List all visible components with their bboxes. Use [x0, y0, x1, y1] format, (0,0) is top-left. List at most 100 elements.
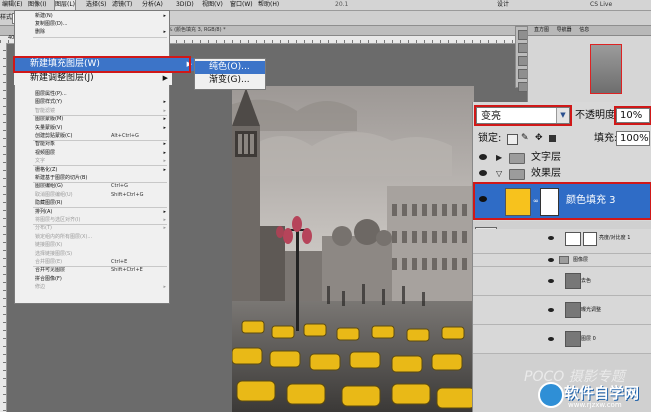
- menu-3d[interactable]: 3D(D): [176, 0, 194, 10]
- visibility-eye-icon[interactable]: [479, 170, 487, 176]
- submenu-arrow-icon: ▸: [163, 124, 166, 131]
- menu-item-shortcut: Shift+Ctrl+G: [111, 191, 144, 198]
- workspace-design[interactable]: 设计: [497, 0, 509, 10]
- menu-item[interactable]: 视频图层 ▸: [15, 150, 169, 157]
- blend-highlight-box: [474, 105, 572, 126]
- menu-item[interactable]: 创建剪贴蒙版(C) Alt+Ctrl+G: [15, 133, 169, 140]
- vertical-ruler: [0, 43, 7, 412]
- layer-group-text[interactable]: ▶ 文字层: [473, 150, 651, 167]
- visibility-eye-icon[interactable]: [548, 258, 554, 262]
- menu-item-label: 锁定组内的所有图层(X)...: [35, 233, 93, 240]
- menu-item[interactable]: 排列(A) ▸: [15, 209, 169, 216]
- layer-highlight-box: [473, 182, 651, 220]
- canvas-photo[interactable]: [232, 86, 474, 412]
- submenu-arrow-icon: ▸: [163, 149, 166, 156]
- menu-item-shortcut: Alt+Ctrl+G: [111, 133, 139, 139]
- submenu-item-gradient[interactable]: 渐变(G)...: [195, 74, 265, 87]
- submenu-arrow-icon: ▸: [163, 107, 166, 114]
- menu-item-shortcut: Shift+Ctrl+E: [111, 267, 143, 274]
- menu-item-label: 图层属性(P)...: [35, 91, 67, 97]
- menu-item[interactable]: 新建(N) ▸: [15, 13, 169, 20]
- menu-item[interactable]: 图层样式(Y) ▸: [15, 99, 169, 106]
- expand-triangle-icon[interactable]: ▶: [496, 153, 502, 162]
- fill-field[interactable]: 100%: [616, 131, 650, 146]
- visibility-eye-icon[interactable]: [548, 279, 554, 283]
- lock-transparent-icon[interactable]: [507, 134, 518, 145]
- visibility-eye-icon[interactable]: [548, 308, 554, 312]
- menu-item-label: 智能对象: [35, 141, 56, 148]
- menu-item-new-adjustment-layer[interactable]: 新建调整图层(J) ▶: [14, 72, 172, 85]
- menu-item[interactable]: 智能对象 ▸: [15, 141, 169, 148]
- submenu-arrow-icon: ▶: [162, 74, 168, 82]
- submenu-arrow-icon: ▸: [163, 13, 166, 19]
- submenu-arrow-icon: ▸: [163, 208, 166, 215]
- menu-image[interactable]: 图像(I): [28, 0, 46, 10]
- menu-item[interactable]: 复制图层(D)...: [15, 21, 169, 28]
- zoom-readout[interactable]: 20.1: [335, 0, 348, 10]
- layer-0[interactable]: 图层 0: [473, 325, 651, 354]
- menu-item[interactable]: 合并可见图层 Shift+Ctrl+E: [15, 267, 169, 274]
- menu-item: 将图层与选区对齐(I) ▸: [15, 217, 169, 224]
- menu-item[interactable]: 栅格化(Z) ▸: [15, 167, 169, 174]
- menu-separator: [33, 207, 167, 208]
- layer-name: 图像层: [573, 257, 589, 263]
- navigator-panel: 直方图 导航器 信息: [527, 26, 651, 102]
- menu-item-label: 修边: [35, 284, 46, 291]
- layer-group-image[interactable]: 图像层: [473, 254, 651, 267]
- tab-histogram[interactable]: 直方图: [534, 27, 549, 33]
- visibility-eye-icon[interactable]: [548, 236, 554, 240]
- menu-filter[interactable]: 滤镜(T): [112, 0, 132, 10]
- visibility-eye-icon[interactable]: [479, 154, 487, 160]
- menu-item: 修边 ▸: [15, 284, 169, 291]
- tab-navigator[interactable]: 导航器: [557, 27, 572, 33]
- menu-item: 智能滤镜 ▸: [15, 108, 169, 115]
- menu-item[interactable]: 新建基于图层的切片(B): [15, 175, 169, 182]
- lock-move-icon[interactable]: ✥: [535, 133, 543, 143]
- menu-separator: [33, 37, 167, 38]
- tab-info[interactable]: 信息: [579, 27, 589, 33]
- lock-label: 锁定:: [478, 133, 502, 144]
- menu-item[interactable]: 删除 ▸: [15, 29, 169, 36]
- menu-item: 取消图层编组(U) Shift+Ctrl+G: [15, 192, 169, 199]
- menu-help[interactable]: 帮助(H): [258, 0, 279, 10]
- layer-brightness-contrast[interactable]: 亮度/对比度 1: [473, 229, 651, 254]
- site-logo-icon: [538, 382, 564, 408]
- menu-item: 合并图层(E) Ctrl+E: [15, 259, 169, 266]
- menu-item-label: 新建基于图层的切片(B): [35, 175, 88, 181]
- layer-group-effects[interactable]: ▽ 效果层: [473, 166, 651, 183]
- menu-item[interactable]: 图层蒙版(M) ▸: [15, 116, 169, 123]
- visibility-eye-icon[interactable]: [548, 337, 554, 341]
- collapse-triangle-icon[interactable]: ▽: [496, 169, 502, 178]
- cs-live-button[interactable]: CS Live: [590, 0, 612, 10]
- menu-item-shortcut: Ctrl+G: [111, 183, 128, 190]
- menu-item-label: 视频图层: [35, 149, 56, 156]
- menu-separator: [33, 224, 167, 225]
- layer-exposure[interactable]: 曝光调整: [473, 296, 651, 325]
- opacity-highlight-box: [614, 106, 651, 125]
- lock-all-icon[interactable]: [549, 135, 556, 142]
- menu-item-label: 复制图层(D)...: [35, 21, 68, 27]
- menu-item[interactable]: 拼合图像(F): [15, 276, 169, 283]
- submenu-arrow-icon: ▸: [163, 166, 166, 173]
- layer-desaturate[interactable]: 去色: [473, 267, 651, 296]
- menu-view[interactable]: 视图(V): [202, 0, 223, 10]
- watermark: POCO 摄影专题 软件自学网 www.rjzxw.com: [468, 369, 651, 412]
- menu-item: 锁定组内的所有图层(X)...: [15, 234, 169, 241]
- layer-name: 图层 0: [581, 336, 596, 342]
- layer-thumbnail: [565, 331, 581, 347]
- menu-item[interactable]: 图层属性(P)...: [15, 91, 169, 98]
- menu-separator: [33, 115, 167, 116]
- lock-paint-icon[interactable]: ✎: [521, 133, 529, 143]
- menu-item[interactable]: 矢量蒙版(V) ▸: [15, 125, 169, 132]
- menu-item[interactable]: 图层编组(G) Ctrl+G: [15, 183, 169, 190]
- menu-item-label: 删除: [35, 29, 46, 35]
- navigator-thumbnail[interactable]: [590, 44, 622, 94]
- menu-select[interactable]: 选择(S): [86, 0, 107, 10]
- menu-analysis[interactable]: 分析(A): [142, 0, 163, 10]
- menu-item-label: 取消图层编组(U): [35, 191, 73, 198]
- menu-edit[interactable]: 编辑(E): [2, 0, 22, 10]
- menu-separator: [33, 165, 167, 166]
- menu-window[interactable]: 窗口(W): [230, 0, 253, 10]
- submenu-item-solid-color[interactable]: 纯色(O)...: [195, 61, 265, 74]
- site-name: 软件自学网: [564, 384, 640, 402]
